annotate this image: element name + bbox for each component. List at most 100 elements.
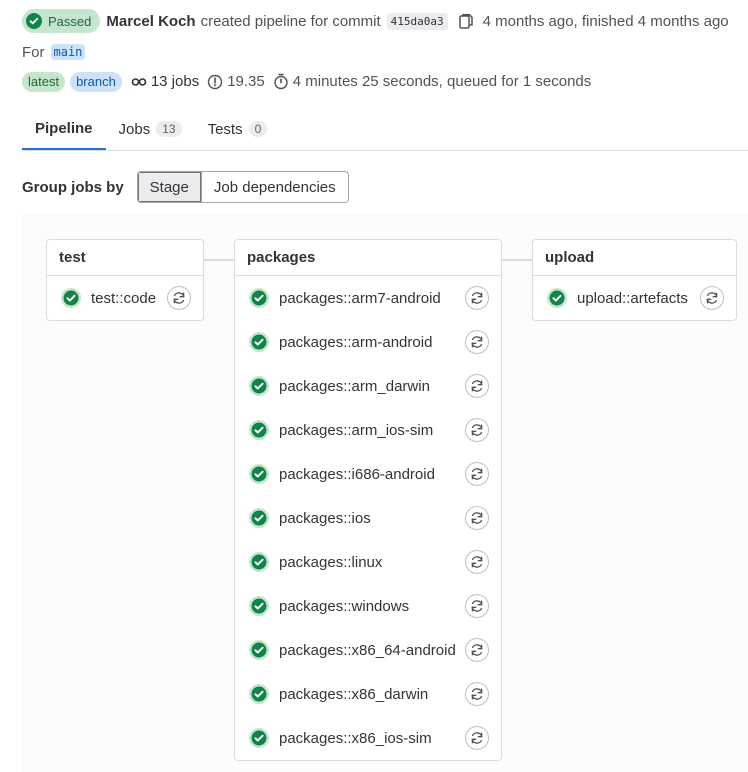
job-item[interactable]: packages::x86_darwin bbox=[235, 672, 501, 716]
group-by-label: Group jobs by bbox=[22, 178, 124, 196]
job-item[interactable]: packages::i686-android bbox=[235, 452, 501, 496]
retry-icon bbox=[470, 687, 484, 701]
job-item[interactable]: packages::ios bbox=[235, 496, 501, 540]
compute-minutes: 19.35 bbox=[207, 73, 265, 90]
commit-sha[interactable]: 415da0a3 bbox=[386, 12, 448, 30]
compute-icon bbox=[208, 74, 223, 89]
retry-job-button[interactable] bbox=[465, 682, 489, 706]
job-name: packages::x86_ios-sim bbox=[279, 729, 432, 747]
retry-icon bbox=[470, 335, 484, 349]
retry-icon bbox=[705, 291, 719, 305]
retry-job-button[interactable] bbox=[167, 286, 191, 310]
job-name: packages::windows bbox=[279, 597, 410, 615]
pipeline-graph: test test::code packages packages::arm7-… bbox=[22, 214, 748, 772]
job-name: upload::artefacts bbox=[577, 289, 688, 307]
job-item[interactable]: packages::x86_64-android bbox=[235, 628, 501, 672]
ref-row: For main bbox=[22, 42, 86, 62]
retry-icon bbox=[470, 423, 484, 437]
job-name: packages::ios bbox=[279, 509, 371, 527]
job-name: test::code bbox=[91, 289, 157, 307]
tab-jobs[interactable]: Jobs 13 bbox=[106, 108, 195, 150]
pipeline-icon bbox=[131, 77, 147, 86]
tab-tests-label: Tests bbox=[207, 120, 243, 138]
job-success-icon bbox=[248, 595, 270, 617]
stage-column: upload upload::artefacts bbox=[532, 239, 737, 321]
status-success-icon bbox=[26, 13, 42, 29]
job-item[interactable]: packages::arm-android bbox=[235, 320, 501, 364]
status-badge[interactable]: Passed bbox=[22, 9, 101, 33]
job-item[interactable]: packages::arm_ios-sim bbox=[235, 408, 501, 452]
retry-job-button[interactable] bbox=[465, 506, 489, 530]
tab-jobs-label: Jobs bbox=[118, 120, 151, 138]
retry-job-button[interactable] bbox=[465, 550, 489, 574]
retry-job-button[interactable] bbox=[465, 638, 489, 662]
job-success-icon bbox=[248, 507, 270, 529]
group-by-stage-button[interactable]: Stage bbox=[137, 172, 202, 202]
tests-count-badge: 0 bbox=[248, 121, 268, 137]
stage-jobs: test::code bbox=[47, 276, 203, 320]
job-item[interactable]: test::code bbox=[47, 276, 203, 320]
stage-column: packages packages::arm7-android packages:… bbox=[234, 239, 502, 761]
time-text: 4 months ago, finished 4 months ago bbox=[482, 12, 729, 30]
retry-icon bbox=[470, 511, 484, 525]
stage-title: test bbox=[47, 240, 203, 276]
job-item[interactable]: packages::linux bbox=[235, 540, 501, 584]
job-name: packages::x86_darwin bbox=[279, 685, 429, 703]
retry-icon bbox=[470, 643, 484, 657]
job-success-icon bbox=[60, 287, 82, 309]
author-link[interactable]: Marcel Koch bbox=[106, 13, 195, 30]
tab-tests[interactable]: Tests 0 bbox=[195, 108, 281, 150]
retry-job-button[interactable] bbox=[465, 330, 489, 354]
job-name: packages::arm7-android bbox=[279, 289, 441, 307]
stage-title: packages bbox=[235, 240, 501, 276]
retry-icon bbox=[470, 379, 484, 393]
job-success-icon bbox=[546, 287, 568, 309]
job-item[interactable]: upload::artefacts bbox=[533, 276, 736, 320]
jobs-count-text: 13 jobs bbox=[150, 73, 200, 90]
retry-job-button[interactable] bbox=[700, 286, 724, 310]
retry-job-button[interactable] bbox=[465, 286, 489, 310]
timer-icon bbox=[274, 73, 288, 90]
job-name: packages::i686-android bbox=[279, 465, 435, 483]
duration-text: 4 minutes 25 seconds, queued for 1 secon… bbox=[292, 73, 592, 90]
job-success-icon bbox=[248, 375, 270, 397]
stage-connector bbox=[500, 259, 532, 261]
job-name: packages::arm_darwin bbox=[279, 377, 430, 395]
stage-jobs: packages::arm7-androidpackages::arm-andr… bbox=[235, 276, 501, 760]
branch-badge: branch bbox=[70, 71, 122, 92]
for-label: For bbox=[22, 43, 45, 61]
job-name: packages::linux bbox=[279, 553, 383, 571]
stage-column: test test::code bbox=[46, 239, 204, 321]
stage-connector bbox=[202, 259, 234, 261]
retry-icon bbox=[470, 731, 484, 745]
job-name: packages::arm-android bbox=[279, 333, 433, 351]
job-success-icon bbox=[248, 727, 270, 749]
job-item[interactable]: packages::windows bbox=[235, 584, 501, 628]
job-success-icon bbox=[248, 551, 270, 573]
job-success-icon bbox=[248, 287, 270, 309]
status-label: Passed bbox=[48, 13, 92, 29]
group-by-dependencies-button[interactable]: Job dependencies bbox=[202, 172, 348, 202]
retry-icon bbox=[470, 599, 484, 613]
tab-pipeline[interactable]: Pipeline bbox=[22, 108, 106, 150]
retry-job-button[interactable] bbox=[465, 726, 489, 750]
job-item[interactable]: packages::arm7-android bbox=[235, 276, 501, 320]
stage-jobs: upload::artefacts bbox=[533, 276, 736, 320]
action-text: created pipeline for commit bbox=[200, 12, 381, 30]
retry-job-button[interactable] bbox=[465, 418, 489, 442]
copy-sha-icon[interactable] bbox=[458, 12, 474, 30]
job-item[interactable]: packages::arm_darwin bbox=[235, 364, 501, 408]
job-success-icon bbox=[248, 683, 270, 705]
retry-icon bbox=[470, 555, 484, 569]
job-success-icon bbox=[248, 419, 270, 441]
retry-job-button[interactable] bbox=[465, 374, 489, 398]
job-name: packages::x86_64-android bbox=[279, 641, 456, 659]
ref-link[interactable]: main bbox=[50, 44, 86, 60]
retry-job-button[interactable] bbox=[465, 462, 489, 486]
job-item[interactable]: packages::x86_ios-sim bbox=[235, 716, 501, 760]
pipeline-header: Passed Marcel Koch created pipeline for … bbox=[22, 9, 729, 33]
retry-job-button[interactable] bbox=[465, 594, 489, 618]
job-name: packages::arm_ios-sim bbox=[279, 421, 434, 439]
retry-icon bbox=[470, 291, 484, 305]
group-by-control: Group jobs by Stage Job dependencies bbox=[22, 171, 349, 203]
